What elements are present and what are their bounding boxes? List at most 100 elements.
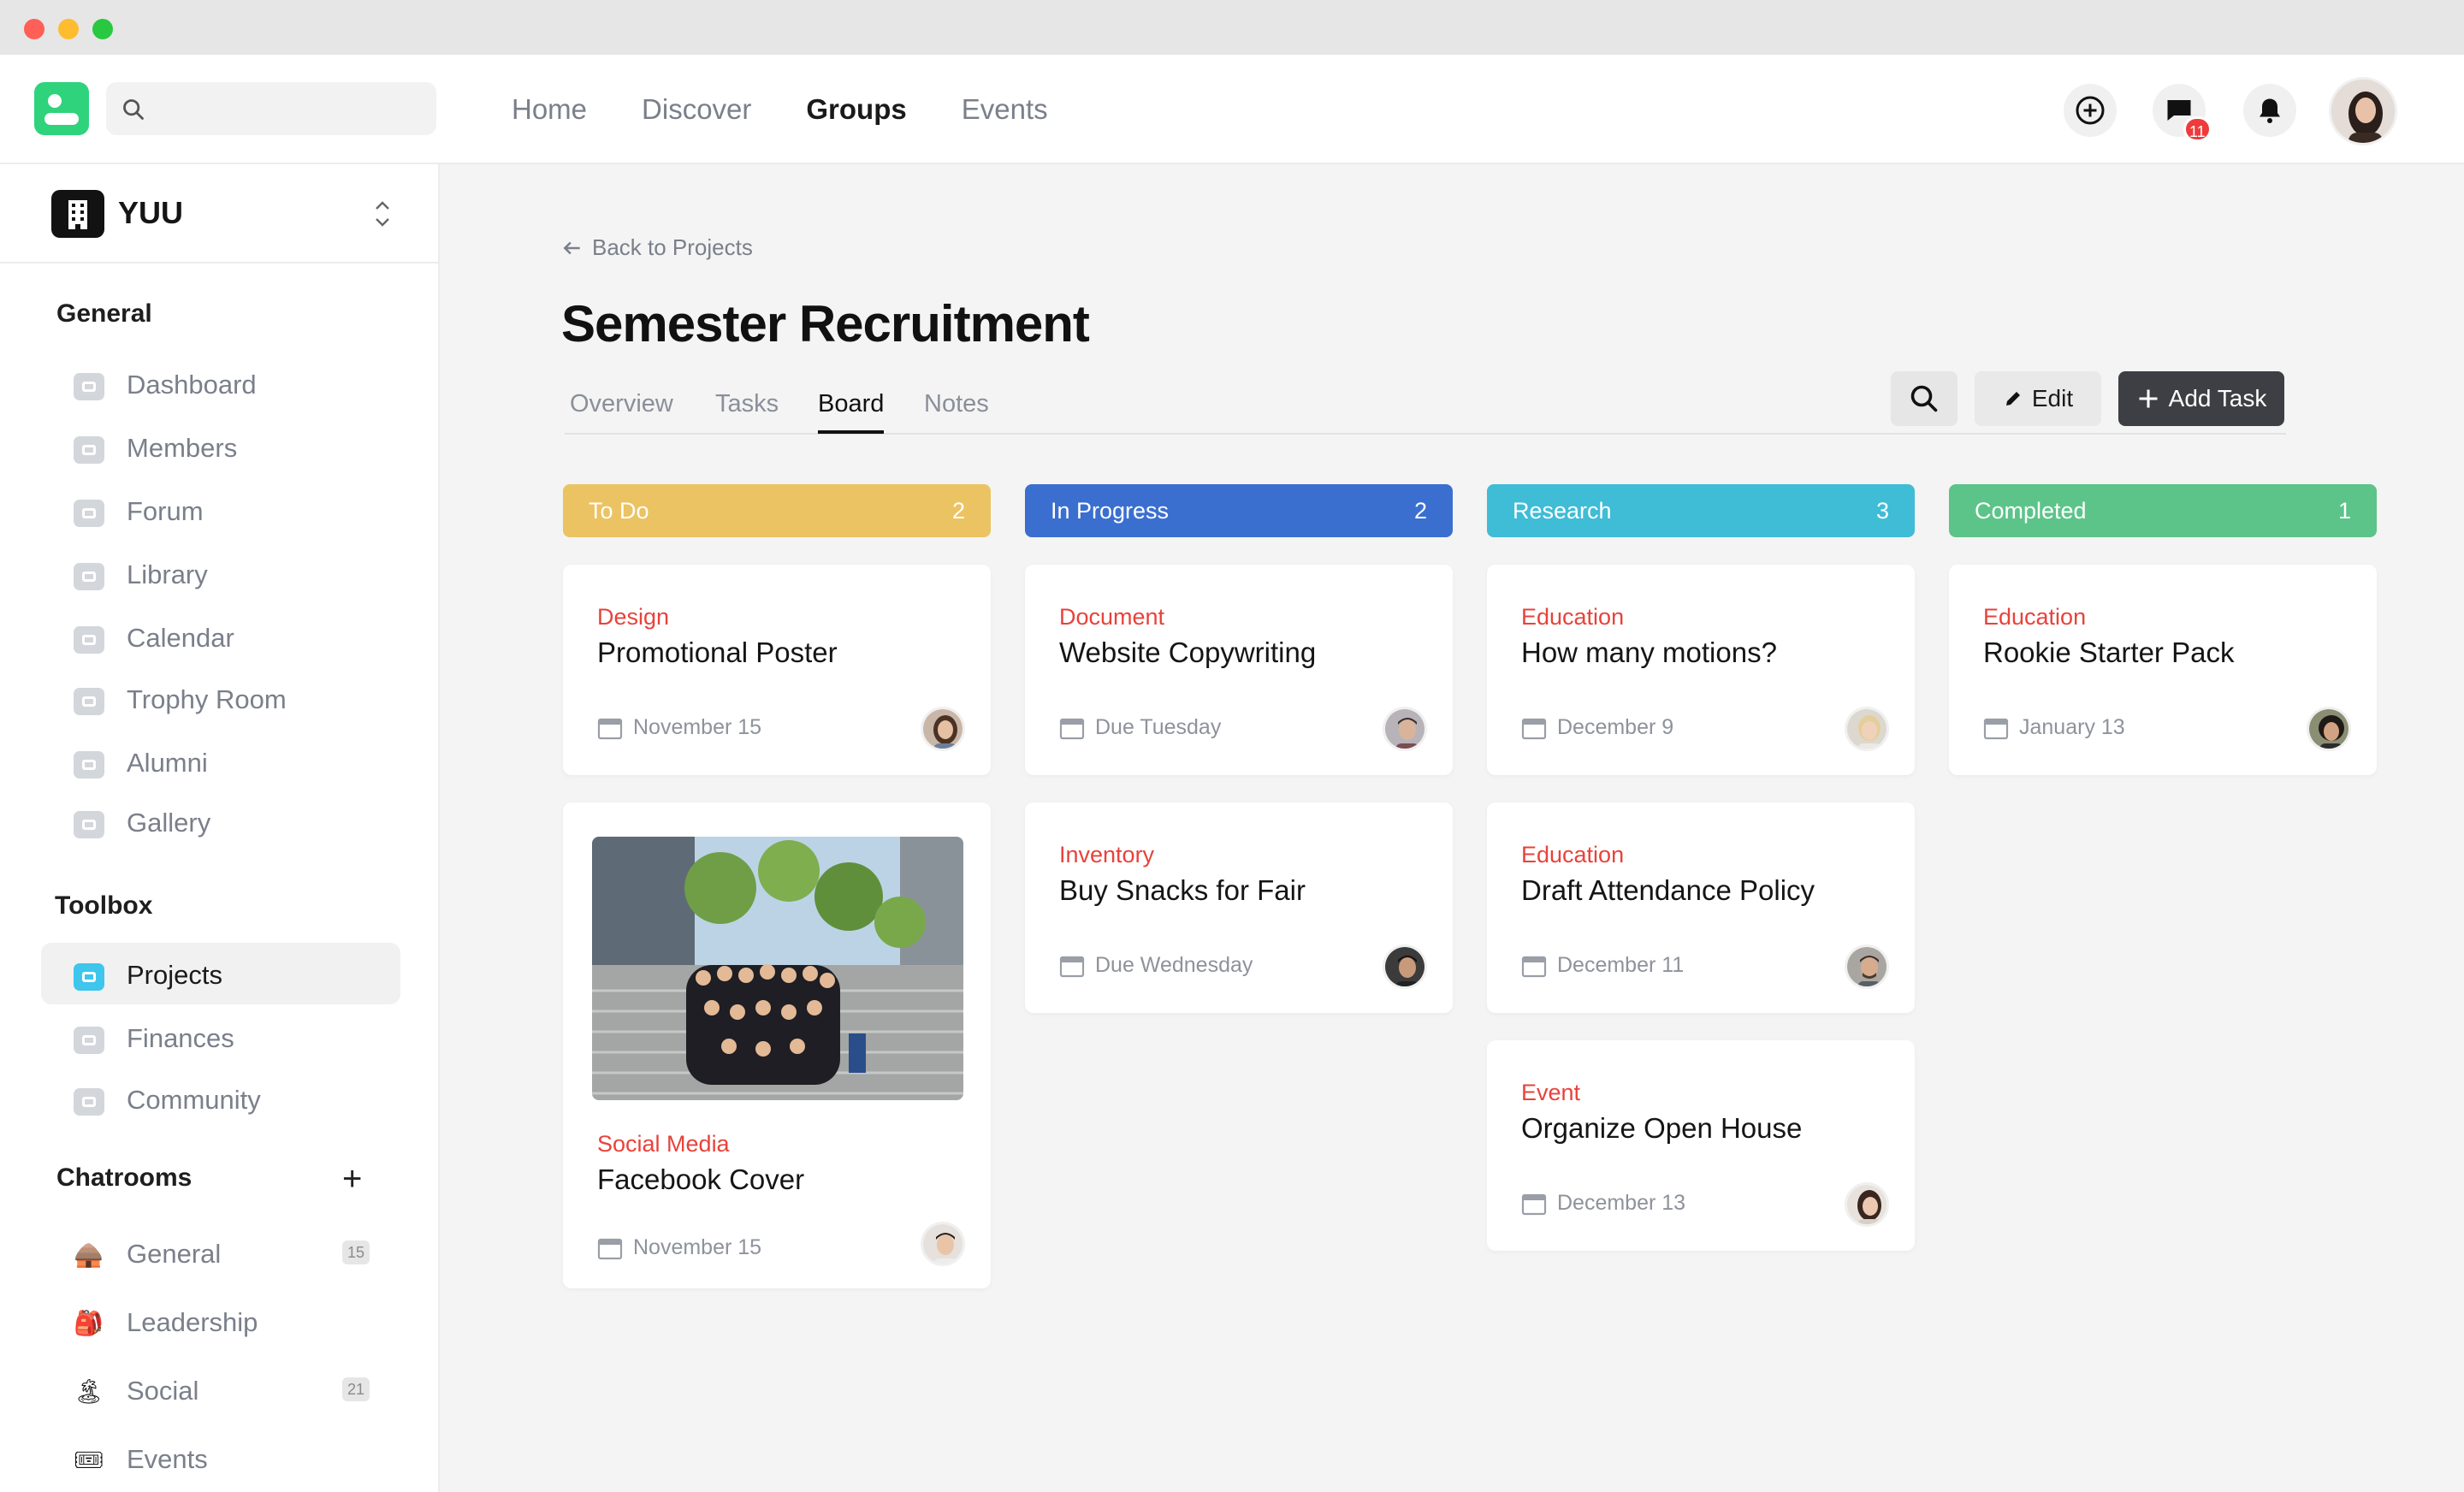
task-card[interactable]: Event Organize Open House December 13	[1487, 1040, 1915, 1251]
sidebar-item-label: Calendar	[127, 623, 234, 653]
back-link-label: Back to Projects	[592, 234, 753, 260]
assignee-avatar[interactable]	[921, 707, 965, 751]
sidebar-item-label: Members	[127, 433, 238, 463]
assignee-avatar[interactable]	[921, 1222, 965, 1266]
messages-button[interactable]: 11	[2153, 84, 2212, 142]
camera-icon	[74, 811, 104, 838]
task-title: Buy Snacks for Fair	[1059, 874, 1306, 906]
page-title: Semester Recruitment	[561, 295, 1090, 352]
arrow-left-icon	[563, 241, 580, 254]
task-card[interactable]: Education Rookie Starter Pack January 13	[1949, 565, 2377, 775]
assignee-avatar[interactable]	[1383, 707, 1427, 751]
task-card[interactable]: Education How many motions? December 9	[1487, 565, 1915, 775]
task-date-label: January 13	[2019, 715, 2125, 739]
task-date: November 15	[597, 715, 761, 740]
org-switcher[interactable]: YUU	[0, 164, 440, 263]
column-count: 2	[951, 498, 965, 524]
maximize-window-button[interactable]	[92, 19, 113, 39]
task-title: Promotional Poster	[597, 636, 838, 668]
section-chatrooms-title: Chatrooms	[56, 1163, 192, 1192]
column-header-todo[interactable]: To Do 2	[563, 484, 991, 537]
bell-icon	[2260, 98, 2280, 123]
chatroom-label: General	[127, 1239, 222, 1269]
search-icon	[1910, 385, 1938, 412]
nav-discover[interactable]: Discover	[642, 93, 751, 126]
task-category: Education	[1521, 842, 1625, 867]
column-header-in-progress[interactable]: In Progress 2	[1025, 484, 1453, 537]
add-chatroom-button[interactable]: +	[342, 1162, 362, 1196]
sidebar-item-library[interactable]: Library	[41, 542, 400, 604]
sidebar-item-alumni[interactable]: Alumni	[41, 731, 400, 792]
chatroom-general[interactable]: 🛖 General 15	[41, 1222, 400, 1283]
sidebar-item-members[interactable]: Members	[41, 416, 400, 477]
board-search-button[interactable]	[1891, 371, 1958, 426]
chatroom-events[interactable]: 🎟 Events	[41, 1427, 400, 1489]
sidebar-item-label: Projects	[127, 960, 222, 990]
sidebar-item-calendar[interactable]: Calendar	[41, 606, 400, 667]
sidebar: YUU General Dashboard Members Forum Libr…	[0, 164, 440, 1492]
notifications-button[interactable]	[2243, 84, 2296, 137]
calendar-icon	[1983, 718, 2009, 739]
assignee-avatar[interactable]	[1845, 1182, 1889, 1227]
add-task-button-label: Add Task	[2168, 385, 2267, 411]
forum-icon	[74, 500, 104, 527]
assignee-avatar[interactable]	[1383, 944, 1427, 989]
tab-overview[interactable]: Overview	[570, 390, 673, 430]
sidebar-item-label: Dashboard	[127, 370, 257, 400]
unread-count: 15	[342, 1240, 370, 1264]
sidebar-item-label: Finances	[127, 1023, 234, 1053]
app-logo[interactable]	[34, 82, 89, 135]
user-avatar[interactable]	[2329, 77, 2397, 145]
column-name: To Do	[589, 498, 649, 524]
sidebar-item-dashboard[interactable]: Dashboard	[41, 352, 400, 414]
task-date: November 15	[597, 1235, 761, 1260]
global-search-input[interactable]	[157, 92, 423, 125]
column-name: Research	[1513, 498, 1612, 524]
home-icon	[74, 373, 104, 400]
chatroom-social[interactable]: 🏝 Social 21	[41, 1359, 400, 1420]
tab-tasks[interactable]: Tasks	[715, 390, 779, 430]
sidebar-item-label: Community	[127, 1085, 261, 1115]
add-task-button[interactable]: Add Task	[2118, 371, 2284, 426]
column-header-completed[interactable]: Completed 1	[1949, 484, 2377, 537]
task-date-label: December 11	[1557, 953, 1685, 977]
tab-notes[interactable]: Notes	[924, 390, 989, 430]
task-card[interactable]: Design Promotional Poster November 15	[563, 565, 991, 775]
chevron-updown-icon[interactable]	[370, 197, 395, 231]
nav-groups[interactable]: Groups	[806, 93, 906, 126]
global-search[interactable]	[106, 82, 436, 135]
sidebar-item-forum[interactable]: Forum	[41, 479, 400, 541]
edit-button[interactable]: Edit	[1975, 371, 2101, 426]
plus-icon	[2139, 389, 2158, 408]
top-navigation: Home Discover Groups Events 11	[0, 55, 2464, 164]
task-title: How many motions?	[1521, 636, 1777, 668]
assignee-avatar[interactable]	[2307, 707, 2351, 751]
task-card[interactable]: Document Website Copywriting Due Tuesday	[1025, 565, 1453, 775]
sidebar-item-community[interactable]: Community	[41, 1068, 400, 1129]
task-card[interactable]: Education Draft Attendance Policy Decemb…	[1487, 802, 1915, 1013]
sidebar-item-gallery[interactable]: Gallery	[41, 790, 400, 852]
tab-board[interactable]: Board	[818, 390, 885, 434]
column-header-research[interactable]: Research 3	[1487, 484, 1915, 537]
sidebar-item-label: Gallery	[127, 808, 211, 838]
back-link[interactable]: Back to Projects	[561, 234, 753, 261]
calendar-icon	[1059, 718, 1085, 739]
calendar-icon	[597, 1238, 623, 1259]
create-button[interactable]	[2064, 84, 2117, 137]
assignee-avatar[interactable]	[1845, 944, 1889, 989]
sidebar-item-trophy-room[interactable]: Trophy Room	[41, 667, 400, 729]
chatroom-leadership[interactable]: 🎒 Leadership	[41, 1290, 400, 1352]
nav-home[interactable]: Home	[512, 93, 587, 126]
chatroom-label: Leadership	[127, 1307, 258, 1337]
task-category: Education	[1983, 604, 2087, 630]
sidebar-item-projects[interactable]: Projects	[41, 943, 400, 1004]
task-date-label: December 13	[1557, 1191, 1686, 1215]
calendar-icon	[597, 718, 623, 739]
sidebar-item-finances[interactable]: Finances	[41, 1006, 400, 1068]
task-card[interactable]: Social Media Facebook Cover November 15	[563, 802, 991, 1288]
minimize-window-button[interactable]	[58, 19, 79, 39]
close-window-button[interactable]	[24, 19, 44, 39]
assignee-avatar[interactable]	[1845, 707, 1889, 751]
nav-events[interactable]: Events	[962, 93, 1048, 126]
task-card[interactable]: Inventory Buy Snacks for Fair Due Wednes…	[1025, 802, 1453, 1013]
